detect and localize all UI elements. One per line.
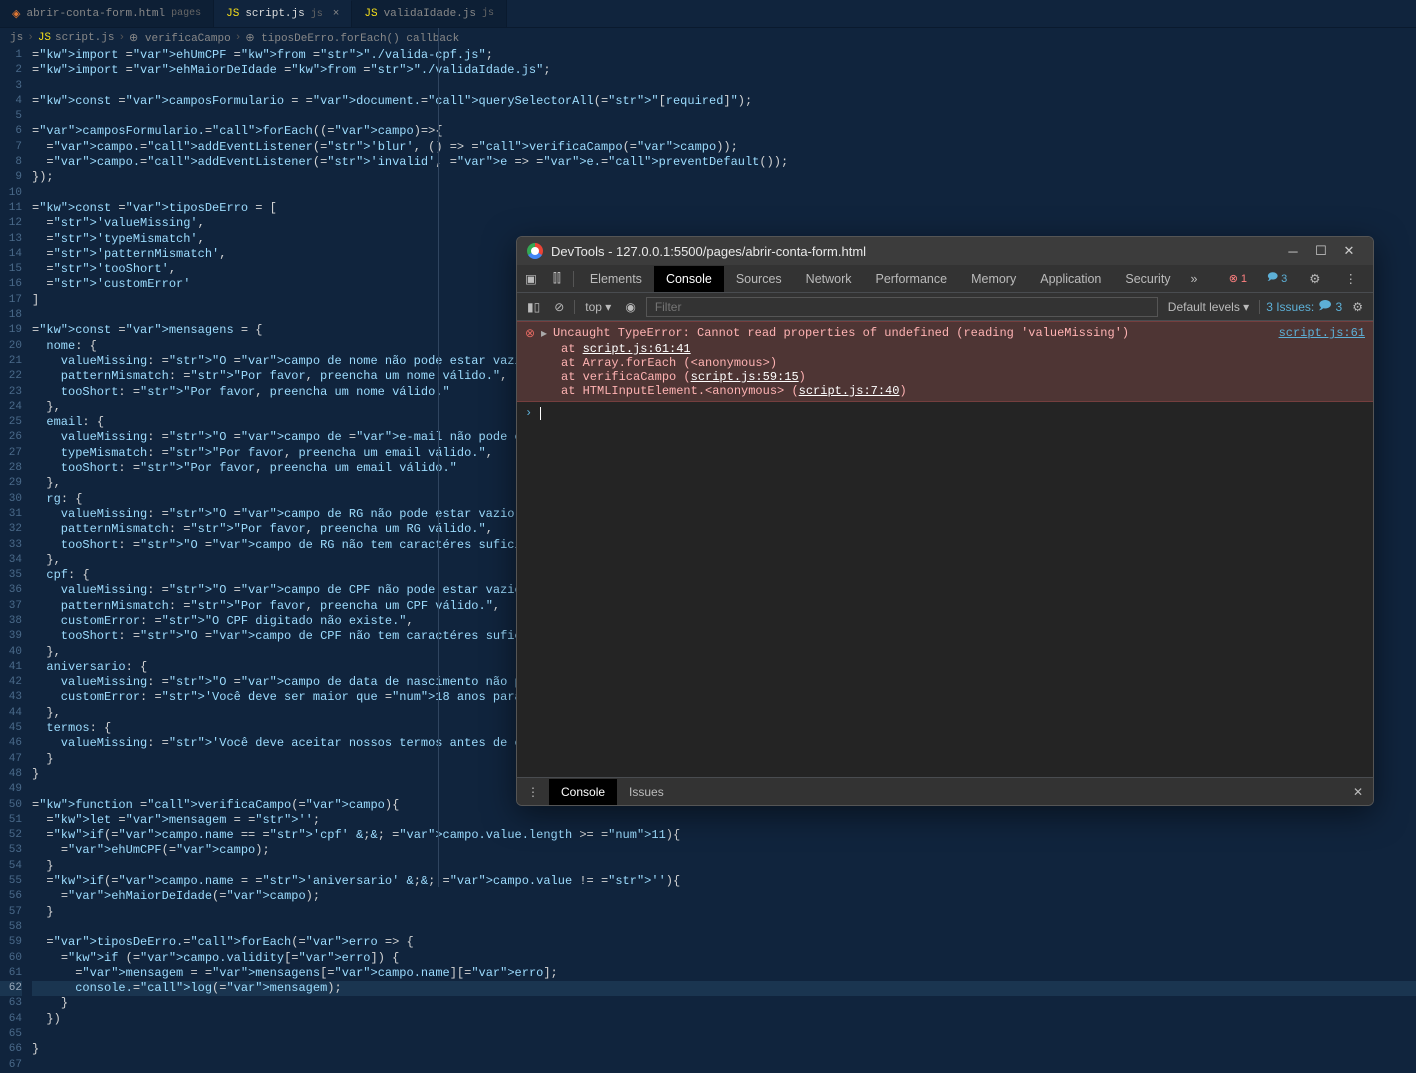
js-icon: JS — [38, 32, 51, 44]
console-output[interactable]: ⊗ ▸ Uncaught TypeError: Cannot read prop… — [517, 321, 1373, 777]
stack-line: at script.js:61:41 — [517, 342, 1373, 356]
stack-line: at verificaCampo (script.js:59:15) — [517, 370, 1373, 384]
kebab-icon[interactable]: ⋮ — [1337, 271, 1366, 286]
chevron-icon: › — [118, 32, 125, 44]
more-tabs-icon[interactable]: » — [1183, 272, 1206, 286]
tab-folder: pages — [171, 8, 201, 19]
tab-application[interactable]: Application — [1028, 266, 1113, 292]
context-select[interactable]: top ▾ — [581, 298, 615, 316]
tab-label: validaIdade.js — [384, 8, 476, 20]
close-drawer-icon[interactable]: ✕ — [1343, 785, 1373, 799]
tab-network[interactable]: Network — [794, 266, 864, 292]
error-source-link[interactable]: script.js:61 — [1279, 326, 1365, 341]
breadcrumb-part[interactable]: ⊕ tiposDeErro.forEach() callback — [245, 31, 459, 45]
tab-validaidade[interactable]: JS validaIdade.js js — [352, 0, 507, 27]
cursor — [540, 407, 541, 420]
close-button[interactable]: ✕ — [1335, 243, 1363, 259]
stack-link[interactable]: script.js:59:15 — [691, 370, 799, 384]
tab-abrir-conta[interactable]: ◈ abrir-conta-form.html pages — [0, 0, 214, 27]
kebab-icon[interactable]: ⋮ — [517, 785, 549, 799]
drawer-tab-console[interactable]: Console — [549, 779, 617, 805]
console-toolbar: ▮▯ ⊘ top ▾ ◉ Default levels ▾ 3 Issues: … — [517, 293, 1373, 321]
error-message: Uncaught TypeError: Cannot read properti… — [553, 326, 1279, 341]
breadcrumb: js › JS script.js › ⊕ verificaCampo › ⊕ … — [0, 28, 1416, 48]
tab-security[interactable]: Security — [1113, 266, 1182, 292]
device-icon[interactable]: ⫿⫿ — [545, 271, 569, 286]
error-count-badge[interactable]: 1 — [1223, 271, 1253, 286]
tab-performance[interactable]: Performance — [864, 266, 960, 292]
eye-icon[interactable]: ◉ — [621, 300, 639, 314]
editor-tabs: ◈ abrir-conta-form.html pages JS script.… — [0, 0, 1416, 28]
tab-memory[interactable]: Memory — [959, 266, 1028, 292]
devtools-window: DevTools - 127.0.0.1:5500/pages/abrir-co… — [516, 236, 1374, 806]
levels-select[interactable]: Default levels ▾ — [1164, 298, 1253, 316]
stack-line: at Array.forEach (<anonymous>) — [517, 356, 1373, 370]
vertical-splitter[interactable] — [438, 28, 439, 887]
breadcrumb-part[interactable]: ⊕ verificaCampo — [129, 31, 231, 45]
tab-folder: js — [482, 8, 494, 19]
minimize-button[interactable]: ─ — [1279, 244, 1307, 259]
inspect-icon[interactable]: ▣ — [517, 271, 545, 286]
tab-sources[interactable]: Sources — [724, 266, 794, 292]
html-icon: ◈ — [12, 7, 20, 21]
js-icon: JS — [364, 8, 377, 20]
chrome-icon — [527, 243, 543, 259]
stack-link[interactable]: script.js:7:40 — [799, 384, 900, 398]
console-prompt[interactable]: › — [517, 402, 1373, 424]
console-error: ⊗ ▸ Uncaught TypeError: Cannot read prop… — [517, 321, 1373, 402]
devtools-title: DevTools - 127.0.0.1:5500/pages/abrir-co… — [551, 244, 866, 259]
breadcrumb-part[interactable]: script.js — [55, 32, 114, 44]
gear-icon[interactable]: ⚙ — [1348, 300, 1367, 314]
error-icon: ⊗ — [525, 326, 541, 341]
maximize-button[interactable]: ☐ — [1307, 243, 1335, 259]
drawer-tab-issues[interactable]: Issues — [617, 779, 676, 805]
issues-link[interactable]: 3 Issues: 🗩 3 — [1266, 296, 1342, 317]
filter-input[interactable] — [646, 297, 1158, 317]
gear-icon[interactable]: ⚙ — [1301, 271, 1328, 286]
sidebar-toggle-icon[interactable]: ▮▯ — [523, 300, 544, 314]
stack-link[interactable]: script.js:61:41 — [583, 342, 691, 356]
expand-arrow-icon[interactable]: ▸ — [541, 326, 553, 341]
chevron-icon: › — [27, 32, 34, 44]
devtools-drawer: ⋮ Console Issues ✕ — [517, 777, 1373, 805]
stack-line: at HTMLInputElement.<anonymous> (script.… — [517, 384, 1373, 398]
close-icon[interactable]: × — [333, 8, 340, 20]
clear-console-icon[interactable]: ⊘ — [550, 300, 568, 314]
js-icon: JS — [226, 8, 239, 20]
breadcrumb-part[interactable]: js — [10, 32, 23, 44]
devtools-titlebar[interactable]: DevTools - 127.0.0.1:5500/pages/abrir-co… — [517, 237, 1373, 265]
tab-console[interactable]: Console — [654, 266, 724, 292]
line-numbers-gutter: 1234567891011121314151617181920212223242… — [0, 48, 32, 890]
prompt-chevron-icon: › — [525, 406, 532, 420]
info-count-badge[interactable]: 3 — [1261, 269, 1293, 288]
chevron-icon: › — [235, 32, 242, 44]
tab-label: script.js — [245, 8, 304, 20]
devtools-tab-bar: ▣ ⫿⫿ Elements Console Sources Network Pe… — [517, 265, 1373, 293]
tab-label: abrir-conta-form.html — [26, 8, 165, 20]
tab-folder: js — [311, 9, 323, 20]
tab-script[interactable]: JS script.js js × — [214, 0, 352, 27]
tab-elements[interactable]: Elements — [578, 266, 654, 292]
